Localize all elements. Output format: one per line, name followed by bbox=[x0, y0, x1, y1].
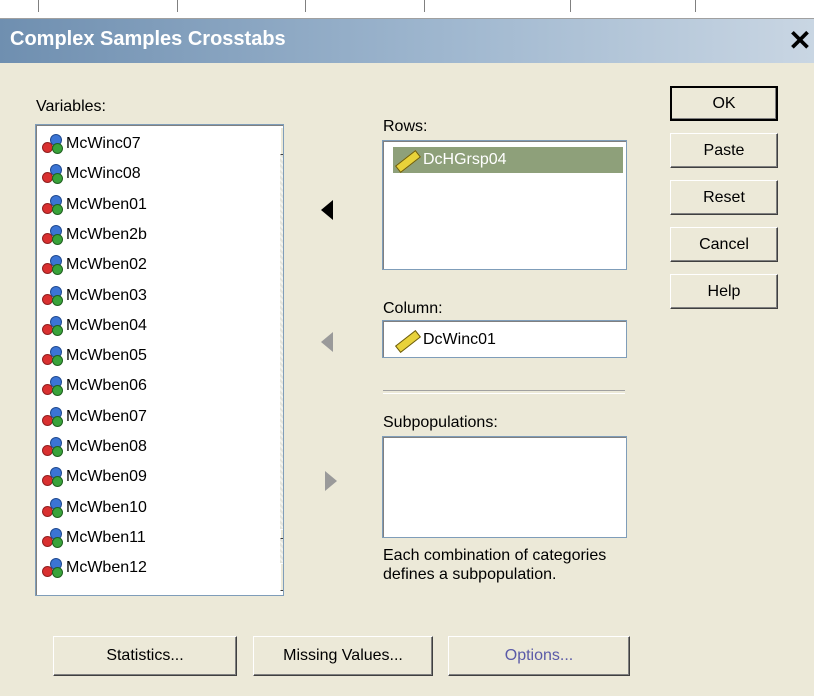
variables-list-item-label: McWinc07 bbox=[66, 135, 141, 152]
variables-list-item[interactable]: McWben03 bbox=[42, 281, 147, 311]
reset-button-label: Reset bbox=[703, 188, 745, 206]
variables-list-item[interactable]: McWinc07 bbox=[42, 129, 141, 159]
cancel-button[interactable]: Cancel bbox=[670, 227, 778, 262]
scale-variable-icon bbox=[42, 557, 64, 579]
subpopulations-note-line1: Each combination of categories bbox=[383, 547, 607, 564]
column-item[interactable]: DcWinc01 bbox=[393, 327, 496, 354]
variables-listbox[interactable]: McWinc07 McWinc08 McWben01 McWben2b McWben02… bbox=[35, 124, 284, 596]
statistics-button[interactable]: Statistics... bbox=[53, 636, 237, 676]
window-title: Complex Samples Crosstabs bbox=[10, 28, 286, 50]
variables-list-item-label: McWben2b bbox=[66, 225, 147, 243]
subpopulations-note-line2: defines a subpopulation. bbox=[383, 566, 557, 583]
scale-variable-icon bbox=[42, 375, 64, 397]
scale-variable-icon bbox=[42, 285, 64, 307]
move-to-column-arrow-icon[interactable] bbox=[321, 332, 333, 352]
column-item-label: DcWinc01 bbox=[423, 331, 496, 348]
reset-button[interactable]: Reset bbox=[670, 180, 778, 215]
variables-list-item[interactable]: McWben04 bbox=[42, 311, 147, 341]
help-button[interactable]: Help bbox=[670, 274, 778, 309]
variables-list-item-label: McWben09 bbox=[66, 468, 147, 486]
variables-list-item-label: McWben11 bbox=[66, 528, 146, 546]
close-icon[interactable]: ✕ bbox=[786, 23, 814, 59]
section-divider bbox=[383, 390, 625, 394]
scale-variable-icon bbox=[42, 224, 64, 246]
column-field[interactable]: DcWinc01 bbox=[382, 320, 627, 358]
variables-list-item[interactable]: McWben06 bbox=[42, 371, 147, 401]
variables-list-item-label: McWben02 bbox=[66, 256, 147, 274]
variables-list-item[interactable]: McWben05 bbox=[42, 341, 147, 371]
paste-button-label: Paste bbox=[703, 141, 745, 159]
scroll-down-icon[interactable]: ▼ bbox=[280, 563, 283, 591]
variables-list-item[interactable]: McWinc08 bbox=[42, 159, 141, 189]
variables-list-item[interactable]: McWben12 bbox=[42, 553, 147, 583]
scale-variable-icon bbox=[42, 163, 64, 185]
paste-button[interactable]: Paste bbox=[670, 133, 778, 168]
ruler-icon bbox=[393, 149, 422, 174]
variables-scrollbar[interactable]: ▲ ▼ bbox=[280, 127, 283, 591]
ok-button[interactable]: OK bbox=[670, 86, 778, 121]
variables-list-item[interactable]: McWben2b bbox=[42, 220, 147, 250]
variables-label: Variables: bbox=[36, 98, 106, 115]
scroll-thumb[interactable] bbox=[280, 529, 283, 539]
subpopulations-listbox[interactable] bbox=[382, 436, 627, 538]
subpopulations-label: Subpopulations: bbox=[383, 414, 498, 431]
variables-list-item-label: McWben03 bbox=[66, 286, 147, 304]
column-label: Column: bbox=[383, 300, 443, 317]
help-button-label: Help bbox=[707, 282, 741, 300]
scale-variable-icon bbox=[42, 315, 64, 337]
variables-list-item-label: McWben01 bbox=[66, 195, 147, 213]
variables-list-item-label: McWben06 bbox=[66, 377, 147, 395]
scale-variable-icon bbox=[42, 406, 64, 428]
scale-variable-icon bbox=[42, 194, 64, 216]
statistics-button-label: Statistics... bbox=[106, 647, 184, 664]
missing-values-button[interactable]: Missing Values... bbox=[253, 636, 433, 676]
variables-list-item[interactable]: McWben02 bbox=[42, 250, 147, 280]
variables-list-item-label: McWben04 bbox=[66, 316, 147, 334]
rows-item[interactable]: DcHGrsp04 bbox=[393, 147, 623, 174]
missing-values-button-label: Missing Values... bbox=[283, 647, 403, 664]
variables-list-item-label: McWben10 bbox=[66, 498, 147, 516]
variables-list-item[interactable]: McWben01 bbox=[42, 190, 147, 220]
variables-list-item[interactable]: McWben11 bbox=[42, 523, 146, 553]
move-to-rows-arrow-icon[interactable] bbox=[321, 200, 333, 220]
variables-list-item-label: McWben12 bbox=[66, 559, 147, 577]
variables-list-item[interactable]: McWben10 bbox=[42, 493, 147, 523]
scale-variable-icon bbox=[42, 254, 64, 276]
scale-variable-icon bbox=[42, 497, 64, 519]
variables-list-item-label: McWben08 bbox=[66, 438, 147, 455]
variables-list-item[interactable]: McWben07 bbox=[42, 402, 147, 432]
scale-variable-icon bbox=[42, 345, 64, 367]
options-button-label: Options... bbox=[504, 647, 574, 664]
scale-variable-icon bbox=[42, 133, 64, 155]
background-grid-strip bbox=[0, 0, 814, 19]
variables-list-item-label: McWinc08 bbox=[66, 165, 141, 183]
rows-listbox[interactable]: DcHGrsp04 bbox=[382, 140, 627, 270]
title-bar: Complex Samples Crosstabs ✕ bbox=[0, 19, 814, 63]
scale-variable-icon bbox=[42, 436, 64, 458]
rows-label: Rows: bbox=[383, 118, 428, 135]
options-button[interactable]: Options... bbox=[448, 636, 630, 676]
rows-item-label: DcHGrsp04 bbox=[423, 151, 507, 168]
variables-list-item[interactable]: McWben08 bbox=[42, 432, 147, 462]
move-to-subpopulations-arrow-icon[interactable] bbox=[325, 471, 337, 491]
cancel-button-label: Cancel bbox=[699, 235, 749, 253]
scale-variable-icon bbox=[42, 466, 64, 488]
variables-list-item-label: McWben05 bbox=[66, 347, 147, 365]
scale-variable-icon bbox=[42, 527, 64, 549]
ruler-icon bbox=[393, 329, 422, 354]
variables-list-item-label: McWben07 bbox=[66, 407, 147, 425]
scroll-up-icon[interactable]: ▲ bbox=[280, 127, 283, 155]
variables-list-item[interactable]: McWben09 bbox=[42, 462, 147, 492]
ok-button-label: OK bbox=[712, 94, 736, 112]
